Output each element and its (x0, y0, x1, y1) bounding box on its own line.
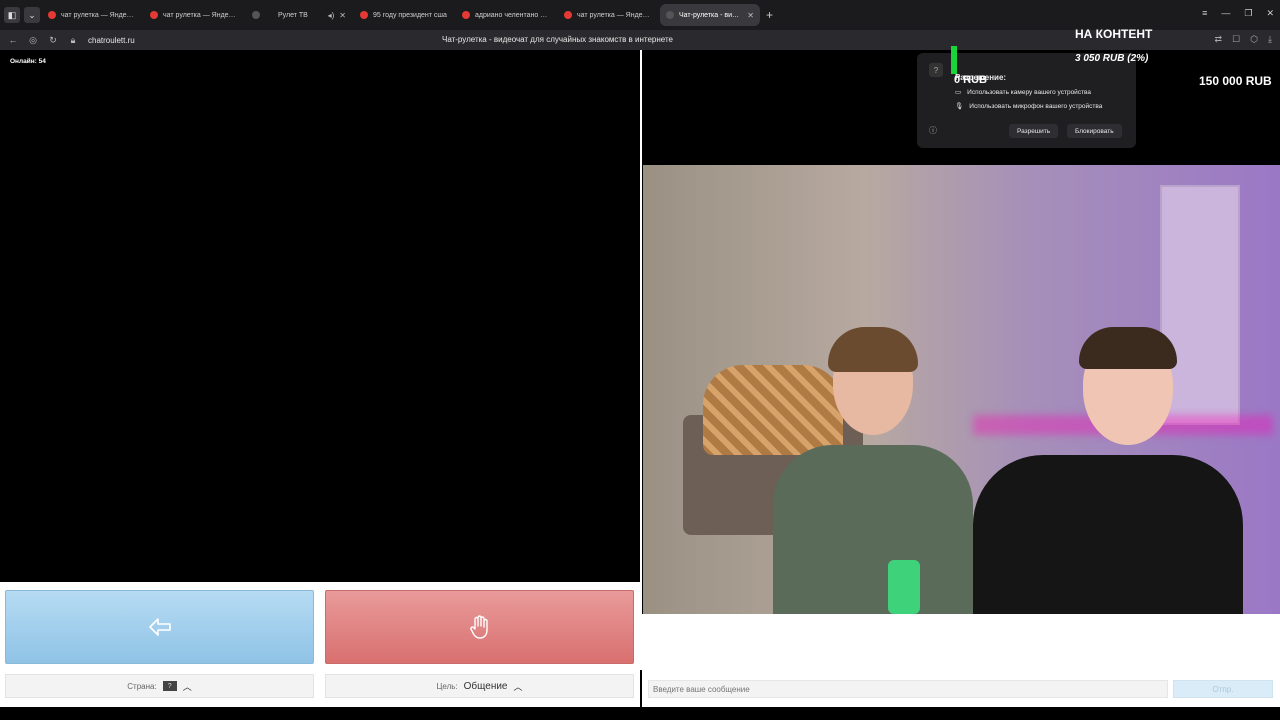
close-tab-icon[interactable]: ✕ (747, 11, 754, 20)
yandex-icon (564, 11, 572, 19)
url-text[interactable]: chatroulett.ru (88, 36, 135, 45)
donation-title: НА КОНТЕНТ (1075, 27, 1153, 41)
tab-label: 95 году президент сша (373, 11, 447, 19)
downloads-icon[interactable]: ⤓ (1268, 34, 1272, 45)
chat-panel: Отпр. (642, 614, 1280, 707)
bookmark-icon[interactable]: ☐ (1232, 34, 1240, 45)
donation-progress-bar (951, 46, 957, 74)
tab-label: адриано челентано — Ян (475, 11, 550, 19)
tabs-dropdown-icon[interactable]: ⌄ (24, 7, 40, 23)
browser-tab[interactable]: чат рулетка — Яндекс: на (558, 4, 658, 26)
allow-button[interactable]: Разрешить (1009, 124, 1059, 138)
country-label: Страна: (127, 681, 157, 691)
window-controls: ≡ — ❐ ✕ (1202, 8, 1274, 19)
online-count: Онлайн: 54 (10, 58, 46, 65)
bottom-strip (0, 707, 1280, 720)
site-icon (252, 11, 260, 19)
green-bottle (888, 560, 920, 614)
hand-icon (469, 615, 488, 639)
permission-camera-text: Использовать камеру вашего устройства (967, 88, 1092, 96)
person-left (773, 327, 973, 614)
reload-icon[interactable]: ↻ (46, 35, 60, 46)
country-select[interactable]: Страна: ? ︿ (5, 674, 314, 698)
menu-icon[interactable]: ≡ (1202, 8, 1207, 19)
next-button[interactable] (5, 590, 314, 664)
chevron-up-icon: ︿ (513, 681, 523, 692)
browser-tab[interactable]: чат рулетка — Яндекс: на (144, 4, 244, 26)
browser-tab[interactable]: адриано челентано — Ян (456, 4, 556, 26)
minimize-icon[interactable]: — (1221, 8, 1230, 19)
restore-icon[interactable]: ❐ (1244, 8, 1252, 19)
browser-tab[interactable]: чат рулетка — Яндекс: на (42, 4, 142, 26)
browser-tabstrip: ◧ ⌄ чат рулетка — Яндекс: на чат рулетка… (0, 0, 1280, 30)
chevron-up-icon: ︿ (182, 681, 192, 692)
extension-icon[interactable]: ⬡ (1250, 34, 1258, 45)
browser-tab[interactable]: 95 году президент сша (354, 4, 454, 26)
goal-select[interactable]: Цель: Общение ︿ (325, 674, 634, 698)
ext-icon[interactable]: ⇄ (1215, 34, 1223, 45)
donation-goal: 150 000 RUB (1199, 74, 1272, 88)
tab-label: чат рулетка — Яндекс: на (61, 11, 136, 19)
camera-icon: ▭ (955, 89, 962, 96)
microphone-icon: 🎙︎ (955, 103, 964, 110)
tab-label: чат рулетка — Яндекс: на (163, 11, 238, 19)
donation-start: 0 RUB (954, 74, 988, 86)
yandex-icon (360, 11, 368, 19)
goal-value: Общение (463, 680, 508, 692)
browser-menu-icon[interactable]: ◧ (4, 7, 20, 23)
chat-controls: Страна: ? ︿ Цель: Общение ︿ (0, 582, 640, 707)
block-button[interactable]: Блокировать (1067, 124, 1122, 138)
permission-mic-row: 🎙︎ Использовать микрофон вашего устройст… (955, 102, 1103, 111)
addressbar-actions: ⇄ ☐ ⬡ ⤓ (1215, 34, 1272, 45)
donation-progress: 3 050 RUB (2%) (1075, 53, 1149, 64)
yandex-icon (150, 11, 158, 19)
close-tab-icon[interactable]: ✕ (339, 11, 346, 20)
webcam-video (643, 165, 1280, 614)
send-button[interactable]: Отпр. (1173, 680, 1273, 698)
browser-tab-active[interactable]: Чат-рулетка - видеочат ✕ (660, 4, 760, 26)
close-window-icon[interactable]: ✕ (1266, 8, 1274, 19)
country-flag: ? (162, 681, 177, 691)
yandex-icon (48, 11, 56, 19)
yandex-icon (462, 11, 470, 19)
tab-label: чат рулетка — Яндекс: на (577, 11, 652, 19)
help-icon[interactable]: ? (929, 63, 943, 77)
message-input[interactable] (648, 680, 1168, 698)
goal-label: Цель: (436, 681, 458, 691)
browser-tab[interactable]: Рулет ТВ ◂) ✕ (272, 4, 352, 26)
info-icon[interactable]: ⓘ (929, 125, 937, 136)
lock-icon: 🔒︎ (70, 34, 76, 45)
stop-button[interactable] (325, 590, 634, 664)
browser-tab[interactable] (246, 4, 270, 26)
tab-label: Рулет ТВ (278, 11, 308, 19)
back-icon[interactable]: ← (6, 35, 20, 45)
permission-camera-row: ▭ Использовать камеру вашего устройства (955, 88, 1092, 97)
protect-icon[interactable]: ◎ (26, 35, 40, 46)
site-icon (666, 11, 674, 19)
arrow-left-icon (148, 618, 171, 636)
permission-popup: ? Разрешение: ▭ Использовать камеру ваше… (917, 53, 1136, 148)
new-tab-icon[interactable]: + (766, 8, 773, 22)
page-title: Чат-рулетка - видеочат для случайных зна… (442, 35, 674, 44)
person-right (973, 327, 1243, 614)
audio-icon[interactable]: ◂) (328, 11, 335, 20)
tab-label: Чат-рулетка - видеочат (679, 11, 742, 19)
partner-video: Онлайн: 54 (0, 50, 640, 582)
permission-mic-text: Использовать микрофон вашего устройства (969, 102, 1103, 110)
